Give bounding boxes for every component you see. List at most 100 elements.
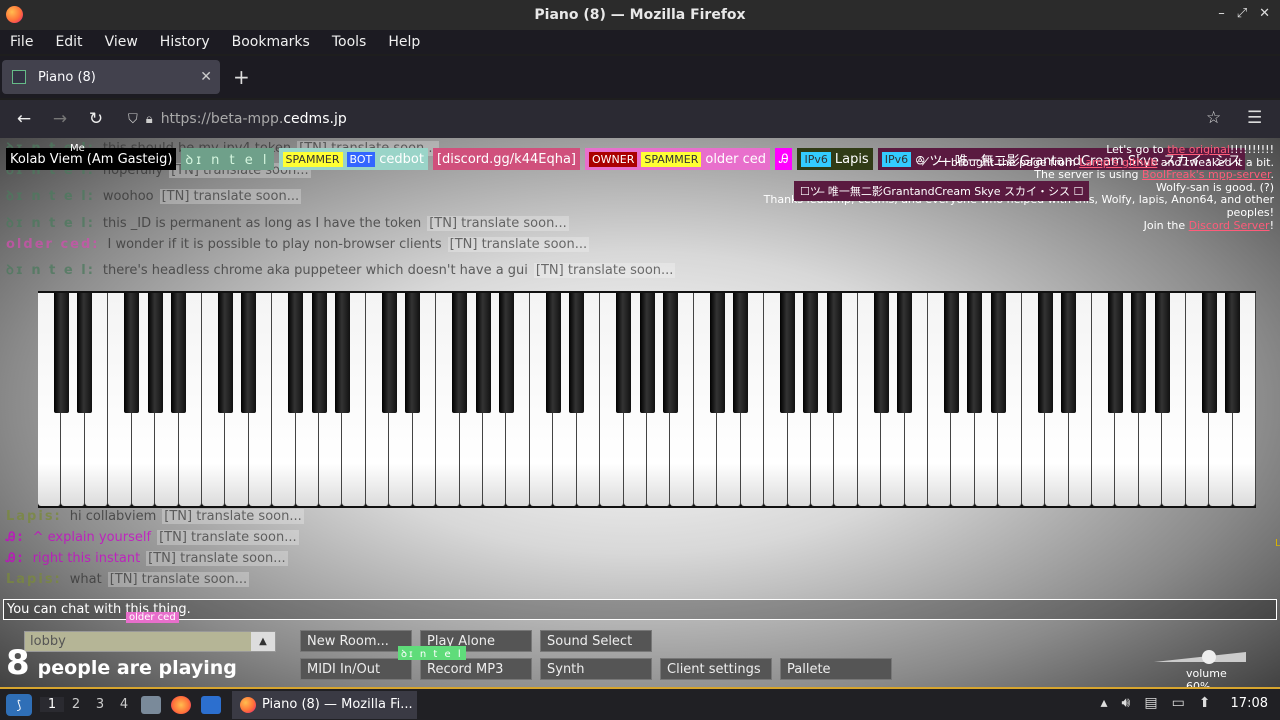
new-room-button[interactable]: New Room... [300,630,412,652]
menu-tools[interactable]: Tools [332,34,367,50]
piano-black-key[interactable] [288,293,304,413]
workspace-1[interactable]: 1 [40,697,64,712]
piano-black-key[interactable] [1061,293,1077,413]
piano-black-key[interactable] [311,293,327,413]
firefox-launcher-icon[interactable] [171,695,191,714]
piano-black-key[interactable] [217,293,233,413]
piano-black-key[interactable] [475,293,491,413]
piano-black-key[interactable] [639,293,655,413]
pallete-button[interactable]: Pallete [780,658,892,680]
piano-black-key[interactable] [405,293,421,413]
volume-slider[interactable]: volume 60% [1150,648,1250,687]
cursor-tag-intel: ꝺɪ n t e l [398,646,466,660]
terminal-icon[interactable] [201,695,221,714]
forward-arrow-icon[interactable]: → [42,109,78,129]
piano-black-key[interactable] [616,293,632,413]
piano-black-key[interactable] [241,293,257,413]
maximize-icon[interactable]: ⤢ [1237,6,1247,21]
shield-icon[interactable]: ⛉ [128,112,138,127]
workspace-4[interactable]: 4 [112,697,136,712]
piano-black-key[interactable] [381,293,397,413]
client-settings-button[interactable]: Client settings [660,658,772,680]
menu-view[interactable]: View [105,34,138,50]
user-name: cedbot [379,151,424,167]
tab-piano[interactable]: Piano (8) ✕ [2,60,220,94]
piano-black-key[interactable] [1225,293,1241,413]
piano-black-key[interactable] [171,293,187,413]
tab-bar: Piano (8) ✕ + [0,56,1280,98]
piano-black-key[interactable] [897,293,913,413]
workspace-3[interactable]: 3 [88,697,112,712]
update-icon[interactable]: ⬆ [1199,695,1211,711]
display-icon[interactable]: ▭ [1172,695,1185,711]
reload-icon[interactable]: ↻ [78,109,114,129]
announcement-link[interactable]: Lamp's github [1079,156,1157,169]
piano-black-key[interactable] [124,293,140,413]
menu-edit[interactable]: Edit [55,34,82,50]
chat-input[interactable]: You can chat with this thing. [3,599,1277,620]
piano-black-key[interactable] [1154,293,1170,413]
user-tag[interactable]: SPAMMER BOT cedbot [278,148,428,170]
piano-black-key[interactable] [709,293,725,413]
clipboard-icon[interactable]: ▤ [1144,695,1157,711]
menu-history[interactable]: History [160,34,210,50]
piano-black-key[interactable] [498,293,514,413]
record-mp3-button[interactable]: Record MP3 [420,658,532,680]
piano-black-key[interactable] [452,293,468,413]
piano-black-key[interactable] [569,293,585,413]
piano-black-key[interactable] [77,293,93,413]
app-menu-icon[interactable]: ☰ [1247,108,1262,128]
system-tray: ▴ 🔊︎ ▤ ▭ ⬆ 17:08 [1100,695,1268,711]
piano-black-key[interactable] [335,293,350,413]
piano-black-key[interactable] [967,293,983,413]
file-manager-icon[interactable] [141,695,161,714]
piano-black-key[interactable] [1107,293,1123,413]
midi-button[interactable]: MIDI In/Out [300,658,412,680]
piano-black-key[interactable] [53,293,69,413]
menu-file[interactable]: File [10,34,33,50]
menu-bookmarks[interactable]: Bookmarks [232,34,310,50]
volume-knob[interactable] [1202,650,1216,664]
menu-help[interactable]: Help [388,34,420,50]
new-tab-plus-icon[interactable]: + [233,65,250,89]
tab-close-icon[interactable]: ✕ [200,69,212,85]
user-name: Kolab Viem (Am Gasteig) [10,151,173,167]
piano-black-key[interactable] [944,293,959,413]
chat-nick: Ꭿ: [6,551,25,566]
announcement-link[interactable]: Discord Server [1189,219,1270,232]
piano-black-key[interactable] [803,293,819,413]
announcement-line: Join the Discord Server! [714,219,1274,233]
piano-keyboard[interactable] [38,291,1256,508]
piano-black-key[interactable] [1037,293,1053,413]
synth-button[interactable]: Synth [540,658,652,680]
bookmark-star-icon[interactable]: ☆ [1206,108,1221,128]
piano-black-key[interactable] [662,293,678,413]
user-tag[interactable]: Kolab Viem (Am Gasteig) [6,148,177,170]
tray-up-arrow-icon[interactable]: ▴ [1100,695,1107,711]
piano-black-key[interactable] [147,293,163,413]
taskbar-firefox-window[interactable]: Piano (8) — Mozilla Fi... [232,690,417,719]
announcement-link[interactable]: the original [1167,143,1230,156]
sound-select-button[interactable]: Sound Select [540,630,652,652]
minimize-icon[interactable]: – [1218,6,1225,21]
expand-up-icon[interactable]: ▲ [251,632,275,651]
piano-black-key[interactable] [1131,293,1147,413]
announcement-link[interactable]: BoolFreak's mpp-server [1142,168,1270,181]
piano-black-key[interactable] [733,293,749,413]
user-tag[interactable]: [discord.gg/k44Eqha] [432,148,580,170]
workspace-2[interactable]: 2 [64,697,88,712]
start-menu-icon[interactable]: ⟆ [6,693,32,716]
url-bar[interactable]: ⛉ 🔒︎ https://beta-mpp. cedms.jp [120,104,1205,134]
user-tag[interactable]: ꝺɪ n t e l [181,148,274,170]
piano-black-key[interactable] [990,293,1006,413]
piano-black-key[interactable] [1201,293,1217,413]
back-arrow-icon[interactable]: ← [6,109,42,129]
piano-black-key[interactable] [780,293,796,413]
lock-icon[interactable]: 🔒︎ [146,112,153,127]
close-icon[interactable]: ✕ [1259,6,1270,21]
piano-black-key[interactable] [873,293,889,413]
piano-black-key[interactable] [826,293,842,413]
speaker-icon[interactable]: 🔊︎ [1122,695,1131,711]
piano-black-key[interactable] [545,293,561,413]
announcement-text: I brought the page from [944,155,1080,169]
